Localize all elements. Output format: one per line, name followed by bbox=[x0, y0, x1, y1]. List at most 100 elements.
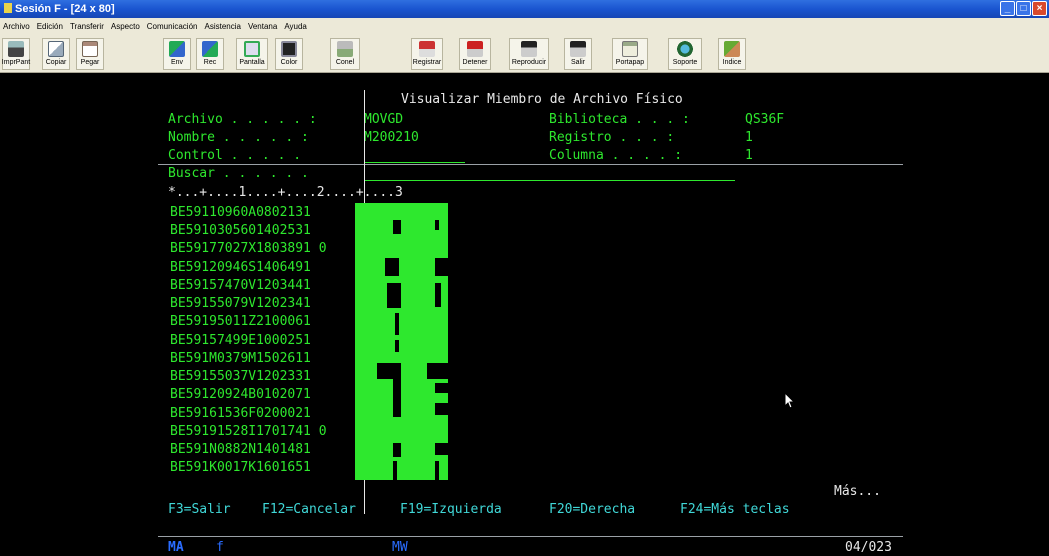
block-glyph bbox=[393, 373, 401, 403]
buscar-label: Buscar . . . . . . bbox=[168, 166, 309, 181]
pantalla-button[interactable]: Pantalla bbox=[236, 38, 268, 70]
toolbar: ImprPant Copiar Pegar Env Rec Pantalla C… bbox=[0, 35, 1049, 73]
block-glyph bbox=[435, 403, 448, 415]
buscar-input-underline bbox=[364, 180, 735, 181]
menu-archivo[interactable]: Archivo bbox=[3, 18, 30, 35]
paste-icon bbox=[82, 41, 98, 57]
record-row[interactable]: BE59157499E1000251 bbox=[170, 333, 311, 349]
block-glyph bbox=[435, 220, 439, 230]
send-icon bbox=[169, 41, 185, 57]
support-icon bbox=[677, 41, 693, 57]
columna-label: Columna . . . . : bbox=[549, 148, 683, 163]
nombre-value: M200210 bbox=[364, 130, 419, 145]
record-row[interactable]: BE59120946S1406491 bbox=[170, 260, 311, 276]
block-glyph bbox=[395, 340, 399, 352]
record-row[interactable]: BE591N0882N1401481 bbox=[170, 442, 311, 458]
record-row[interactable]: BE59155037V1202331 bbox=[170, 369, 311, 385]
record-row[interactable]: BE59155079V1202341 bbox=[170, 296, 311, 312]
connect-icon bbox=[337, 41, 353, 57]
detener-button[interactable]: Detener bbox=[459, 38, 491, 70]
block-glyph bbox=[427, 363, 448, 379]
app-icon bbox=[4, 3, 12, 13]
conel-button[interactable]: Conel bbox=[330, 38, 360, 70]
more-indicator: Más... bbox=[834, 484, 881, 499]
record-row[interactable]: BE59195011Z2100061 bbox=[170, 314, 311, 330]
exit-icon bbox=[570, 41, 586, 57]
control-label: Control . . . . . bbox=[168, 148, 302, 163]
menu-ayuda[interactable]: Ayuda bbox=[284, 18, 307, 35]
pegar-button[interactable]: Pegar bbox=[76, 38, 104, 70]
status-left2: f bbox=[216, 540, 224, 555]
record-row[interactable]: BE591M0379M1502611 bbox=[170, 351, 311, 367]
minimize-button[interactable]: _ bbox=[1000, 1, 1015, 16]
index-icon bbox=[724, 41, 740, 57]
maximize-button[interactable]: □ bbox=[1016, 1, 1031, 16]
block-glyph bbox=[435, 383, 448, 393]
mouse-pointer-icon bbox=[784, 392, 796, 409]
f12-key[interactable]: F12=Cancelar bbox=[262, 502, 356, 518]
block-glyph bbox=[395, 313, 399, 335]
f20-key[interactable]: F20=Derecha bbox=[549, 502, 635, 518]
play-icon bbox=[521, 41, 537, 57]
block-glyph bbox=[435, 258, 448, 276]
registro-label: Registro . . . : bbox=[549, 130, 675, 145]
menu-aspecto[interactable]: Aspecto bbox=[111, 18, 140, 35]
record-row[interactable]: BE59110960A0802131 bbox=[170, 205, 311, 221]
record-row[interactable]: BE59161536F0200021 bbox=[170, 406, 311, 422]
rec-button[interactable]: Rec bbox=[196, 38, 224, 70]
f19-key[interactable]: F19=Izquierda bbox=[400, 502, 502, 518]
separator-line bbox=[158, 164, 903, 165]
window-title-bar[interactable]: Sesión F - [24 x 80] _ □ × bbox=[0, 0, 1049, 18]
portapap-button[interactable]: Portapap bbox=[612, 38, 648, 70]
reproducir-button[interactable]: Reproducir bbox=[509, 38, 549, 70]
block-glyph bbox=[435, 443, 448, 455]
copiar-button[interactable]: Copiar bbox=[42, 38, 70, 70]
screen-heading: Visualizar Miembro de Archivo Físico bbox=[401, 92, 683, 107]
biblioteca-value: QS36F bbox=[745, 112, 785, 127]
block-glyph bbox=[393, 461, 397, 480]
menu-comunicacion[interactable]: Comunicación bbox=[147, 18, 198, 35]
terminal-screen[interactable]: Visualizar Miembro de Archivo Físico Arc… bbox=[0, 74, 1049, 556]
record-icon bbox=[419, 41, 435, 57]
record-row[interactable]: BE5910305601402531 bbox=[170, 223, 311, 239]
stop-icon bbox=[467, 41, 483, 57]
block-glyph bbox=[393, 220, 401, 234]
registro-value: 1 bbox=[745, 130, 753, 145]
biblioteca-label: Biblioteca . . . : bbox=[549, 112, 690, 127]
env-button[interactable]: Env bbox=[163, 38, 191, 70]
soporte-button[interactable]: Soporte bbox=[668, 38, 702, 70]
registrar-button[interactable]: Registrar bbox=[411, 38, 443, 70]
columna-value: 1 bbox=[745, 148, 753, 163]
record-row[interactable]: BE59120924B0102071 bbox=[170, 387, 311, 403]
imprpant-button[interactable]: ImprPant bbox=[2, 38, 30, 70]
f24-key[interactable]: F24=Más teclas bbox=[680, 502, 790, 518]
control-input[interactable] bbox=[364, 148, 464, 162]
color-button[interactable]: Color bbox=[275, 38, 303, 70]
menu-transferir[interactable]: Transferir bbox=[70, 18, 104, 35]
copy-icon bbox=[48, 41, 64, 57]
control-input-underline bbox=[364, 162, 465, 163]
record-row[interactable]: BE59157470V1203441 bbox=[170, 278, 311, 294]
salir-button[interactable]: Salir bbox=[564, 38, 592, 70]
print-screen-icon bbox=[8, 41, 24, 57]
buscar-input[interactable] bbox=[364, 166, 734, 180]
indice-button[interactable]: Indice bbox=[718, 38, 746, 70]
archivo-label: Archivo . . . . . : bbox=[168, 112, 317, 127]
clipboard-icon bbox=[622, 41, 638, 57]
window-title: Sesión F - [24 x 80] bbox=[15, 3, 115, 15]
close-button[interactable]: × bbox=[1032, 1, 1047, 16]
record-row[interactable]: BE59191528I1701741 0 bbox=[170, 424, 327, 440]
menu-ventana[interactable]: Ventana bbox=[248, 18, 277, 35]
receive-icon bbox=[202, 41, 218, 57]
record-row[interactable]: BE59177027X1803891 0 bbox=[170, 241, 327, 257]
f3-key[interactable]: F3=Salir bbox=[168, 502, 231, 518]
column-ruler: *...+....1....+....2....+....3 bbox=[168, 185, 403, 200]
record-row[interactable]: BE591K0017K1601651 bbox=[170, 460, 311, 476]
archivo-value: MOVGD bbox=[364, 112, 404, 127]
block-glyph bbox=[435, 461, 439, 480]
color-icon bbox=[281, 41, 297, 57]
nombre-label: Nombre . . . . . : bbox=[168, 130, 309, 145]
menu-asistencia[interactable]: Asistencia bbox=[204, 18, 240, 35]
menu-edicion[interactable]: Edición bbox=[37, 18, 63, 35]
block-glyph bbox=[393, 403, 401, 417]
